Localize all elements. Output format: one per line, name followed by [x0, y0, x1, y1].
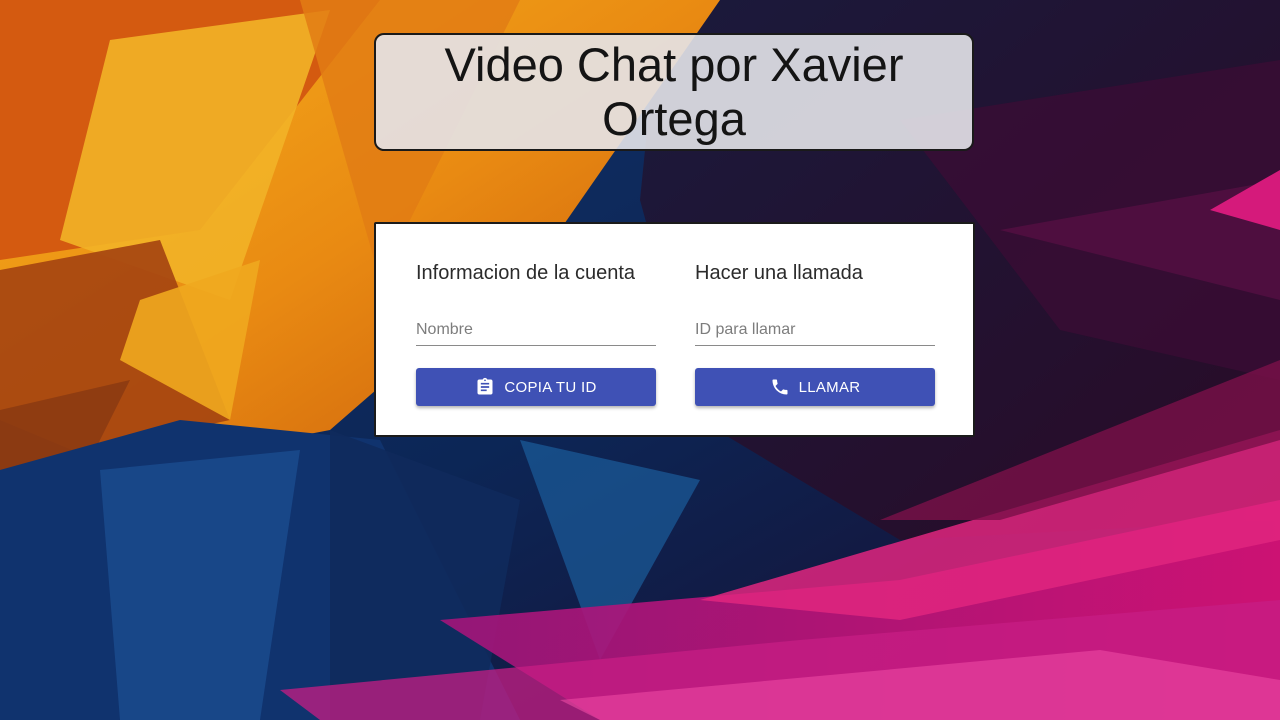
call-id-input[interactable] — [695, 314, 935, 346]
copy-id-button[interactable]: COPIA TU ID — [416, 368, 656, 406]
account-heading: Informacion de la cuenta — [416, 262, 636, 284]
name-input[interactable] — [416, 314, 656, 346]
copy-id-label: COPIA TU ID — [504, 378, 597, 396]
call-button[interactable]: LLAMAR — [695, 368, 935, 406]
call-button-label: LLAMAR — [798, 378, 861, 396]
clipboard-icon — [475, 377, 495, 397]
page-title: Video Chat por Xavier Ortega — [444, 38, 904, 145]
title-banner: Video Chat por Xavier Ortega — [374, 33, 974, 151]
page-root: Video Chat por Xavier Ortega Informacion… — [0, 0, 1280, 720]
call-heading: Hacer una llamada — [695, 262, 863, 284]
main-card: Informacion de la cuenta COPIA TU ID Hac… — [374, 222, 975, 437]
phone-icon — [770, 377, 790, 397]
